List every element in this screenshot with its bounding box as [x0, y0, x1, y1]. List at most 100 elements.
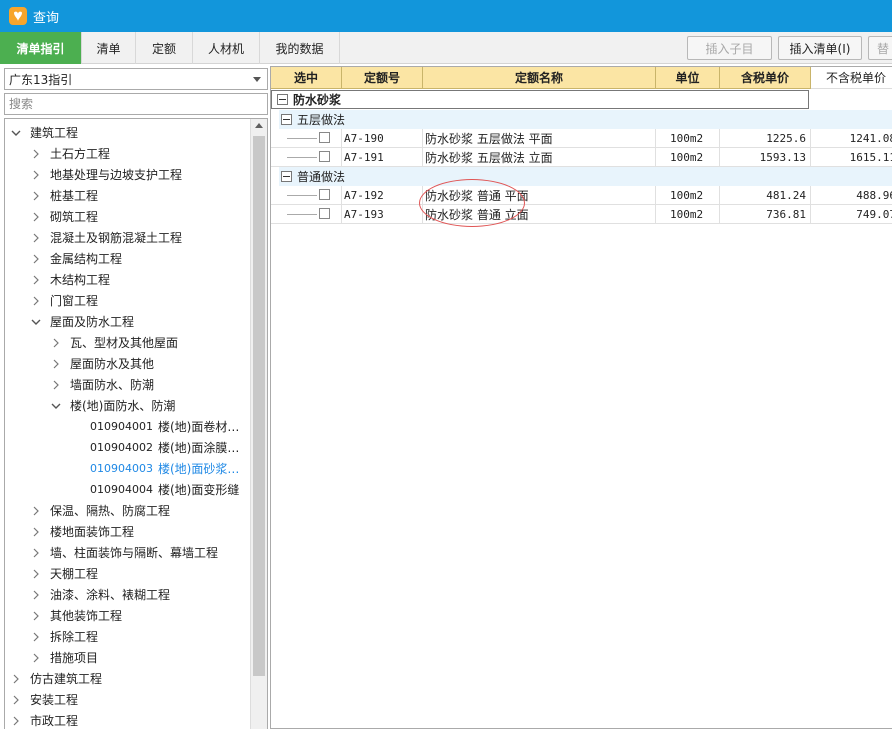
- header-unit[interactable]: 单位: [656, 67, 720, 89]
- tree-item[interactable]: 010904001 楼(地)面卷材…: [69, 416, 239, 437]
- quota-code: A7-193: [342, 205, 423, 224]
- dropdown-arrow-icon[interactable]: [253, 77, 261, 82]
- tree-item[interactable]: 桩基工程: [29, 185, 98, 206]
- tree-item[interactable]: 门窗工程: [29, 290, 98, 311]
- group-row[interactable]: 防水砂浆: [271, 90, 809, 109]
- table-row[interactable]: A7-193 防水砂浆 普通 立面 100m2 736.81 749.07: [271, 205, 892, 224]
- chevron-down-icon[interactable]: [49, 399, 63, 413]
- collapse-icon[interactable]: [281, 171, 292, 182]
- collapse-icon[interactable]: [277, 94, 288, 105]
- chevron-right-icon[interactable]: [29, 147, 43, 161]
- tree-item[interactable]: 010904004 楼(地)面变形缝: [69, 479, 239, 500]
- tree-item[interactable]: 楼地面装饰工程: [29, 521, 134, 542]
- tree-item[interactable]: 措施项目: [29, 647, 98, 668]
- chevron-right-icon[interactable]: [49, 378, 63, 392]
- header-quota-name[interactable]: 定额名称: [423, 67, 656, 89]
- chevron-right-icon[interactable]: [9, 714, 23, 728]
- region-select-value: 广东13指引: [9, 72, 73, 87]
- tree-item-label: 楼(地)面砂浆…: [158, 462, 240, 476]
- chevron-right-icon[interactable]: [29, 273, 43, 287]
- tab-labor-material-machine[interactable]: 人材机: [193, 32, 260, 64]
- chevron-right-icon[interactable]: [29, 189, 43, 203]
- chevron-right-icon[interactable]: [9, 693, 23, 707]
- tree-item[interactable]: 建筑工程: [9, 122, 78, 143]
- tree-item[interactable]: 砌筑工程: [29, 206, 98, 227]
- row-checkbox[interactable]: [319, 208, 330, 219]
- tree-item[interactable]: 木结构工程: [29, 269, 110, 290]
- tab-list-guide[interactable]: 清单指引: [0, 32, 82, 64]
- replace-button[interactable]: 替: [868, 36, 892, 60]
- row-checkbox[interactable]: [319, 151, 330, 162]
- tree-item[interactable]: 拆除工程: [29, 626, 98, 647]
- subgroup-row[interactable]: 普通做法: [279, 167, 892, 186]
- chevron-right-icon[interactable]: [49, 336, 63, 350]
- tab-quota[interactable]: 定额: [136, 32, 193, 64]
- insert-list-button[interactable]: 插入清单(I): [778, 36, 862, 60]
- insert-child-button[interactable]: 插入子目: [687, 36, 772, 60]
- search-input[interactable]: [4, 93, 268, 115]
- tree-item[interactable]: 墙、柱面装饰与隔断、幕墙工程: [29, 542, 218, 563]
- chevron-right-icon[interactable]: [29, 525, 43, 539]
- chevron-down-icon[interactable]: [29, 315, 43, 329]
- tab-my-data[interactable]: 我的数据: [260, 32, 340, 64]
- chevron-right-icon[interactable]: [29, 231, 43, 245]
- chevron-right-icon[interactable]: [29, 546, 43, 560]
- tree-item[interactable]: 瓦、型材及其他屋面: [49, 332, 178, 353]
- chevron-right-icon[interactable]: [29, 567, 43, 581]
- tree-item[interactable]: 安装工程: [9, 689, 78, 710]
- tree-item[interactable]: 天棚工程: [29, 563, 98, 584]
- chevron-right-icon[interactable]: [29, 588, 43, 602]
- tree-item[interactable]: 市政工程: [9, 710, 78, 729]
- tree-item[interactable]: 屋面防水及其他: [49, 353, 154, 374]
- tab-list[interactable]: 清单: [82, 32, 136, 64]
- tree-item[interactable]: 地基处理与边坡支护工程: [29, 164, 182, 185]
- chevron-right-icon[interactable]: [29, 252, 43, 266]
- region-select[interactable]: 广东13指引: [4, 68, 268, 90]
- chevron-right-icon[interactable]: [29, 504, 43, 518]
- tree-item[interactable]: 金属结构工程: [29, 248, 122, 269]
- tree-item[interactable]: 屋面及防水工程: [29, 311, 134, 332]
- tree-scrollbar[interactable]: [250, 119, 267, 729]
- tree-item[interactable]: 土石方工程: [29, 143, 110, 164]
- tree-item[interactable]: 010904002 楼(地)面涂膜…: [69, 437, 239, 458]
- table-row[interactable]: A7-190 防水砂浆 五层做法 平面 100m2 1225.6 1241.08: [271, 129, 892, 148]
- row-checkbox[interactable]: [319, 189, 330, 200]
- price-notax: 749.07: [811, 205, 892, 224]
- guide-tree: 建筑工程 土石方工程 地基处理与边坡支护工程 桩基工程 砌筑工程混凝土及钢筋混凝土工程金…: [4, 118, 268, 729]
- header-price-tax[interactable]: 含税单价: [720, 67, 811, 89]
- tree-item-code: 010904004: [90, 483, 153, 496]
- chevron-right-icon[interactable]: [49, 357, 63, 371]
- chevron-right-icon[interactable]: [29, 609, 43, 623]
- tree-item[interactable]: 油漆、涂料、裱糊工程: [29, 584, 170, 605]
- row-checkbox[interactable]: [319, 132, 330, 143]
- header-quota-code[interactable]: 定额号: [342, 67, 423, 89]
- subgroup-title: 普通做法: [297, 170, 346, 184]
- tree-item[interactable]: 仿古建筑工程: [9, 668, 102, 689]
- chevron-right-icon[interactable]: [29, 210, 43, 224]
- tree-item[interactable]: 010904003 楼(地)面砂浆…: [69, 458, 239, 479]
- chevron-right-icon[interactable]: [9, 672, 23, 686]
- header-price-notax[interactable]: 不含税单价: [811, 67, 892, 89]
- chevron-right-icon[interactable]: [29, 168, 43, 182]
- subgroup-row[interactable]: 五层做法: [279, 110, 892, 129]
- tree-item[interactable]: 楼(地)面防水、防潮: [49, 395, 175, 416]
- scroll-up-icon[interactable]: [255, 123, 263, 128]
- chevron-right-icon[interactable]: [29, 630, 43, 644]
- chevron-down-icon[interactable]: [9, 126, 23, 140]
- header-selected[interactable]: 选中: [271, 67, 342, 89]
- tree-item[interactable]: 墙面防水、防潮: [49, 374, 154, 395]
- tree-item[interactable]: 混凝土及钢筋混凝土工程: [29, 227, 182, 248]
- table-row[interactable]: A7-192 防水砂浆 普通 平面 100m2 481.24 488.96: [271, 186, 892, 205]
- app-logo-icon: [9, 7, 27, 25]
- collapse-icon[interactable]: [281, 114, 292, 125]
- chevron-right-icon[interactable]: [29, 294, 43, 308]
- tree-item[interactable]: 其他装饰工程: [29, 605, 122, 626]
- tree-item[interactable]: 保温、隔热、防腐工程: [29, 500, 170, 521]
- chevron-right-icon[interactable]: [29, 651, 43, 665]
- tree-item-label: 安装工程: [30, 693, 79, 707]
- tree-item-label: 金属结构工程: [50, 252, 123, 266]
- table-row[interactable]: A7-191 防水砂浆 五层做法 立面 100m2 1593.13 1615.1…: [271, 148, 892, 167]
- tree-item-label: 混凝土及钢筋混凝土工程: [50, 231, 183, 245]
- left-panel: 广东13指引 建筑工程土石方工程地基处理与边坡支护工程桩基工程砌筑工程混凝土及钢…: [0, 64, 268, 729]
- scrollbar-thumb[interactable]: [253, 136, 265, 676]
